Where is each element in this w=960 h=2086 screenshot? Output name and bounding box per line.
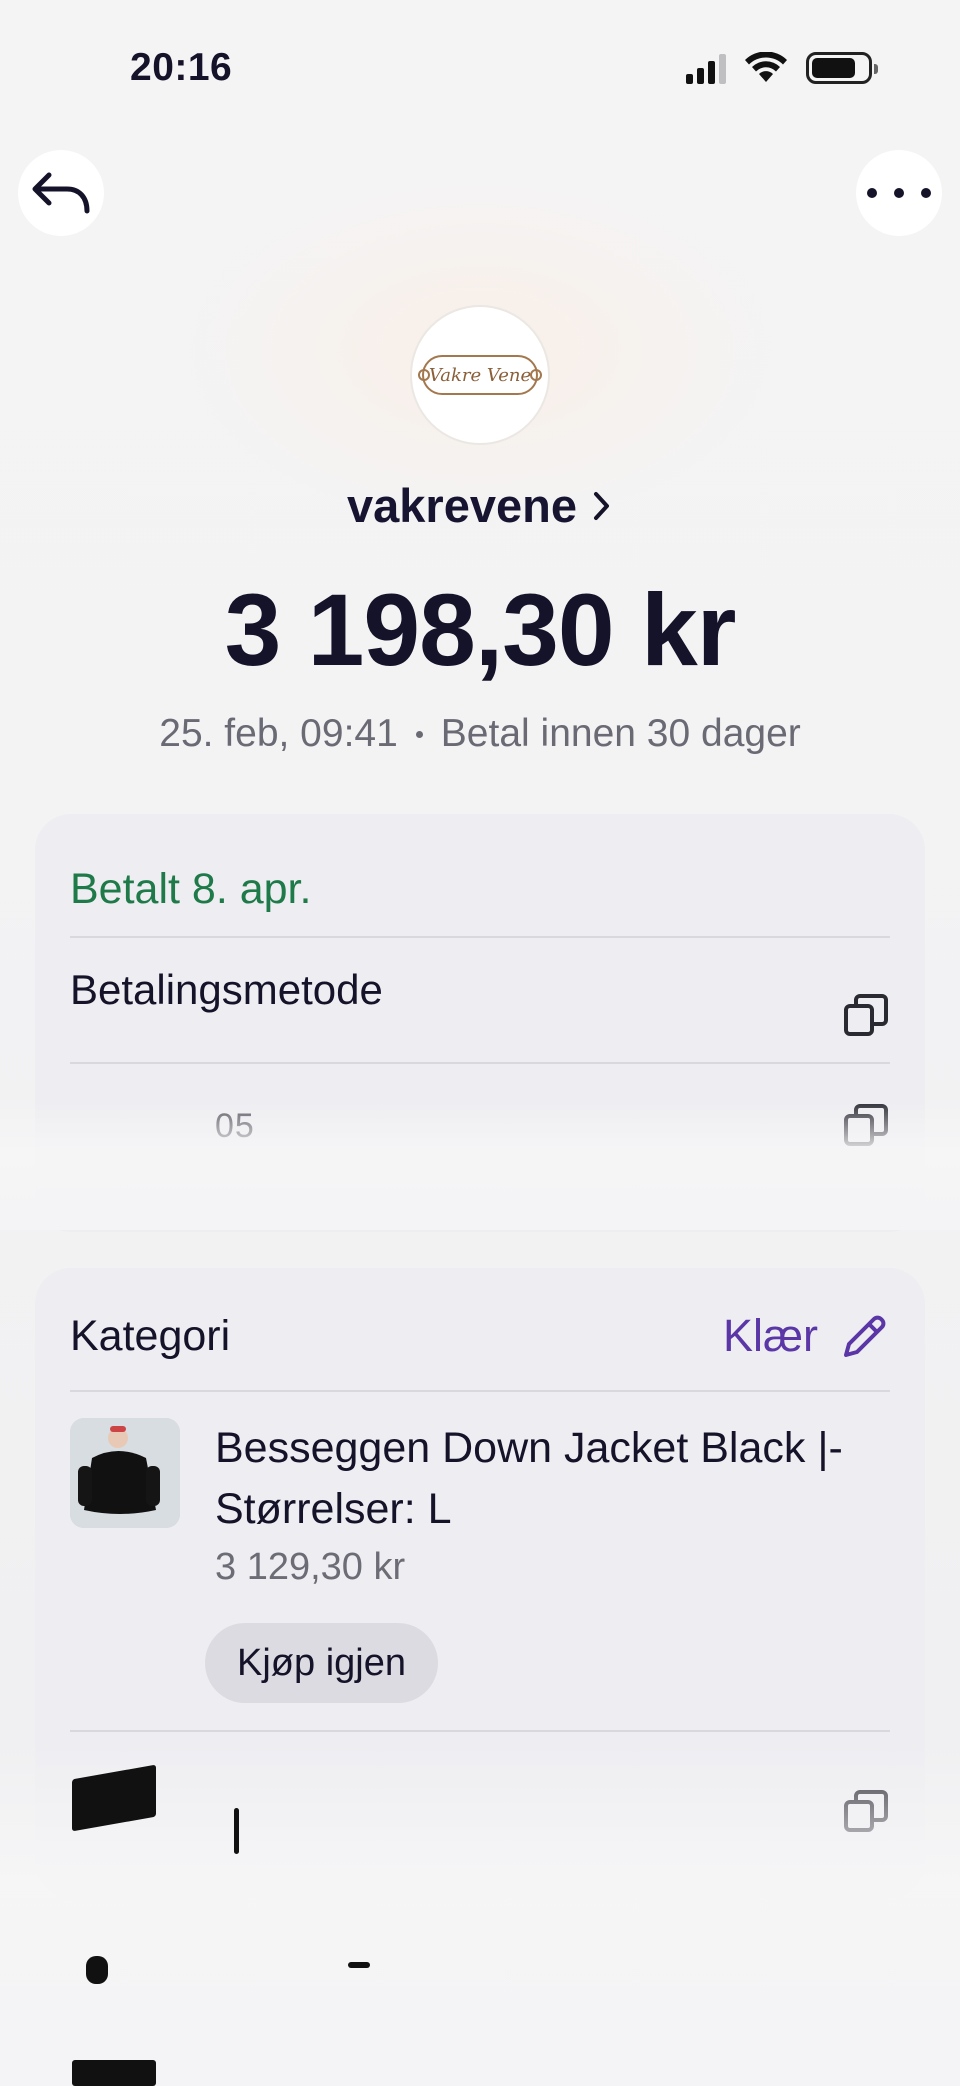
signal-icon <box>686 54 726 84</box>
more-icon <box>867 188 931 198</box>
wifi-icon <box>745 52 787 82</box>
status-icons <box>686 50 878 84</box>
pencil-icon <box>844 1315 886 1357</box>
payment-card: Betalt 8. apr. Betalingsmetode 05 <box>35 814 925 1232</box>
back-arrow-icon <box>32 172 90 214</box>
transaction-due: Betal innen 30 dager <box>440 712 801 755</box>
category-label: Kategori <box>70 1311 231 1360</box>
copy-icon[interactable] <box>842 1102 890 1150</box>
payment-reference-row[interactable]: 05 <box>70 1064 890 1188</box>
copy-icon[interactable] <box>842 1788 890 1836</box>
category-edit[interactable]: Klær <box>723 1310 890 1362</box>
item-title: Besseggen Down Jacket Black |- Størrelse… <box>215 1424 843 1533</box>
jacket-image <box>70 1418 180 1528</box>
merchant-name: vakrevene <box>347 479 577 532</box>
payment-status-row: Betalt 8. apr. <box>70 844 890 934</box>
merchant-logo: Vakre Vene <box>410 305 550 445</box>
payment-reference: 05 <box>215 1106 255 1145</box>
merchant-link[interactable]: vakrevene <box>0 478 960 533</box>
copy-icon[interactable] <box>842 992 890 1040</box>
item-price: 3 129,30 kr <box>215 1546 406 1588</box>
battery-icon <box>806 52 878 84</box>
transaction-meta: 25. feb, 09:41 Betal innen 30 dager <box>0 712 960 756</box>
back-button[interactable] <box>18 150 104 236</box>
separator-dot <box>415 730 423 738</box>
divider <box>70 1390 890 1392</box>
payment-method-row[interactable]: Betalingsmetode <box>70 938 890 1062</box>
screen: 20:16 Vakre Vene vakrevene 3 198,30 kr 2… <box>0 0 960 2086</box>
image-fragment <box>86 1956 108 1984</box>
status-time: 20:16 <box>130 46 233 89</box>
category-row[interactable]: Kategori Klær <box>70 1288 890 1384</box>
category-card: Kategori Klær Besseggen Down Jacket Blac… <box>35 1268 925 1898</box>
item-thumbnail[interactable] <box>70 1418 180 1528</box>
payment-status: Betalt 8. apr. <box>70 864 312 913</box>
transaction-date: 25. feb, 09:41 <box>159 712 398 755</box>
buy-again-button[interactable]: Kjøp igjen <box>205 1623 438 1703</box>
image-fragment <box>72 2060 156 2086</box>
chevron-right-icon <box>593 491 609 520</box>
payment-method-label: Betalingsmetode <box>70 966 383 1013</box>
item-row-2[interactable] <box>70 1732 890 1892</box>
image-fragment <box>234 1808 239 1854</box>
transaction-amount: 3 198,30 kr <box>224 573 737 687</box>
image-fragment <box>348 1962 370 1968</box>
category-value: Klær <box>722 1310 818 1361</box>
more-button[interactable] <box>856 150 942 236</box>
merchant-logo-text: Vakre Vene <box>422 355 538 395</box>
